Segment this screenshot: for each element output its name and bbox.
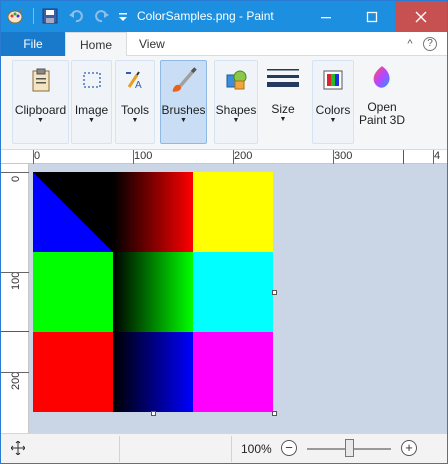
canvas-area[interactable]: 0 100 200 300 4 0 100 200 (1, 150, 447, 433)
zoom-level: 100% (241, 442, 272, 456)
title-bar: ColorSamples.png - Paint (1, 1, 447, 32)
resize-handle-corner[interactable] (272, 411, 277, 416)
ruler-label: 0 (34, 150, 41, 162)
tab-home[interactable]: Home (65, 32, 128, 57)
clipboard-label: Clipboard (14, 103, 67, 117)
ruler-label: 300 (334, 150, 353, 162)
redo-icon[interactable] (94, 8, 110, 24)
tools-icon: A (126, 71, 142, 91)
chevron-down-icon: ▼ (329, 117, 337, 124)
open-paint3d-label: Open Paint 3D (358, 100, 406, 127)
black-blue-gradient-cell (113, 332, 193, 412)
chevron-down-icon: ▼ (180, 117, 187, 124)
tools-group[interactable]: A Tools ▼ (115, 60, 155, 144)
close-button[interactable] (395, 1, 447, 32)
zoom-in-button[interactable]: + (401, 440, 417, 456)
ruler-tick (133, 150, 134, 164)
open-paint3d-button[interactable]: Open Paint 3D (358, 60, 406, 144)
green-cell (33, 252, 113, 332)
colors-icon (323, 70, 343, 90)
image-group[interactable]: Image ▼ (71, 60, 112, 144)
status-divider (231, 436, 232, 462)
select-icon (82, 72, 101, 88)
save-icon[interactable] (42, 8, 58, 24)
minimize-button[interactable] (303, 1, 349, 32)
horizontal-ruler: 0 100 200 300 4 (1, 150, 447, 164)
blue-black-diagonal-cell (33, 172, 113, 252)
yellow-cell (193, 172, 273, 252)
ribbon-tabs: File Home View ^ ? (1, 32, 447, 57)
collapse-ribbon-icon[interactable]: ^ (403, 37, 417, 51)
cyan-cell (193, 252, 273, 332)
status-bar: 100% − + (1, 433, 447, 463)
ruler-tick (233, 150, 234, 164)
red-cell (33, 332, 113, 412)
image-canvas[interactable] (33, 172, 273, 412)
ruler-label: 0 (10, 175, 22, 182)
brushes-label: Brushes (161, 103, 206, 117)
magenta-cell (193, 332, 273, 412)
quick-access-toolbar (7, 7, 128, 25)
svg-text:A: A (135, 80, 142, 91)
shapes-label: Shapes (215, 103, 257, 117)
ruler-label: 4 (434, 150, 441, 162)
tab-file[interactable]: File (1, 32, 65, 56)
customize-qa-icon[interactable] (118, 8, 128, 24)
chevron-down-icon: ▼ (279, 116, 287, 123)
resize-handle-right[interactable] (272, 290, 277, 295)
minimize-icon (321, 16, 331, 18)
maximize-button[interactable] (349, 1, 395, 32)
size-label: Size (271, 102, 295, 116)
status-divider (119, 436, 120, 462)
help-icon[interactable]: ? (423, 37, 437, 51)
shapes-group[interactable]: Shapes ▼ (214, 60, 258, 144)
zoom-slider-thumb[interactable] (344, 439, 354, 457)
ruler-tick (1, 372, 29, 373)
qa-separator (33, 8, 34, 24)
ruler-label: 200 (234, 150, 253, 162)
chevron-down-icon: ▼ (37, 117, 44, 124)
cursor-position-icon (10, 440, 26, 458)
size-lines-icon (267, 69, 299, 87)
tools-label: Tools (120, 103, 149, 117)
paint-app-icon[interactable] (7, 8, 25, 24)
colors-label: Colors (315, 103, 351, 117)
undo-icon[interactable] (68, 8, 84, 24)
ruler-label: 200 (10, 371, 22, 390)
window-title: ColorSamples.png - Paint (137, 9, 274, 23)
ruler-tick (1, 272, 29, 273)
ruler-tick (1, 172, 29, 173)
black-red-gradient-cell (113, 172, 193, 252)
ruler-tick (333, 150, 334, 164)
paint3d-icon (373, 66, 390, 88)
black-green-gradient-cell (113, 252, 193, 332)
clipboard-group[interactable]: Clipboard ▼ (12, 60, 69, 144)
cursor-ruler-marker (403, 150, 404, 164)
cursor-ruler-marker (1, 331, 29, 332)
ruler-label: 100 (10, 271, 22, 290)
resize-handle-bottom[interactable] (151, 411, 156, 416)
chevron-down-icon: ▼ (88, 117, 95, 124)
close-icon (415, 11, 427, 22)
clipboard-icon (32, 68, 49, 92)
image-label: Image (74, 103, 109, 117)
chevron-down-icon: ▼ (131, 117, 139, 124)
vertical-ruler: 0 100 200 (1, 164, 29, 433)
ruler-label: 100 (134, 150, 153, 162)
zoom-out-button[interactable]: − (281, 440, 297, 456)
brush-icon (171, 67, 197, 92)
ribbon: Clipboard ▼ Image ▼ A Tools ▼ Brushes ▼ … (1, 56, 447, 150)
chevron-down-icon: ▼ (232, 117, 240, 124)
ruler-tick (433, 150, 434, 164)
maximize-icon (366, 11, 378, 22)
tab-view[interactable]: View (125, 32, 179, 56)
size-group[interactable]: Size ▼ (263, 60, 303, 144)
brushes-group[interactable]: Brushes ▼ (160, 60, 207, 144)
shapes-icon (226, 70, 247, 90)
ruler-tick (33, 150, 34, 164)
paint-window: ColorSamples.png - Paint File Home View … (0, 0, 448, 464)
colors-group[interactable]: Colors ▼ (312, 60, 354, 144)
